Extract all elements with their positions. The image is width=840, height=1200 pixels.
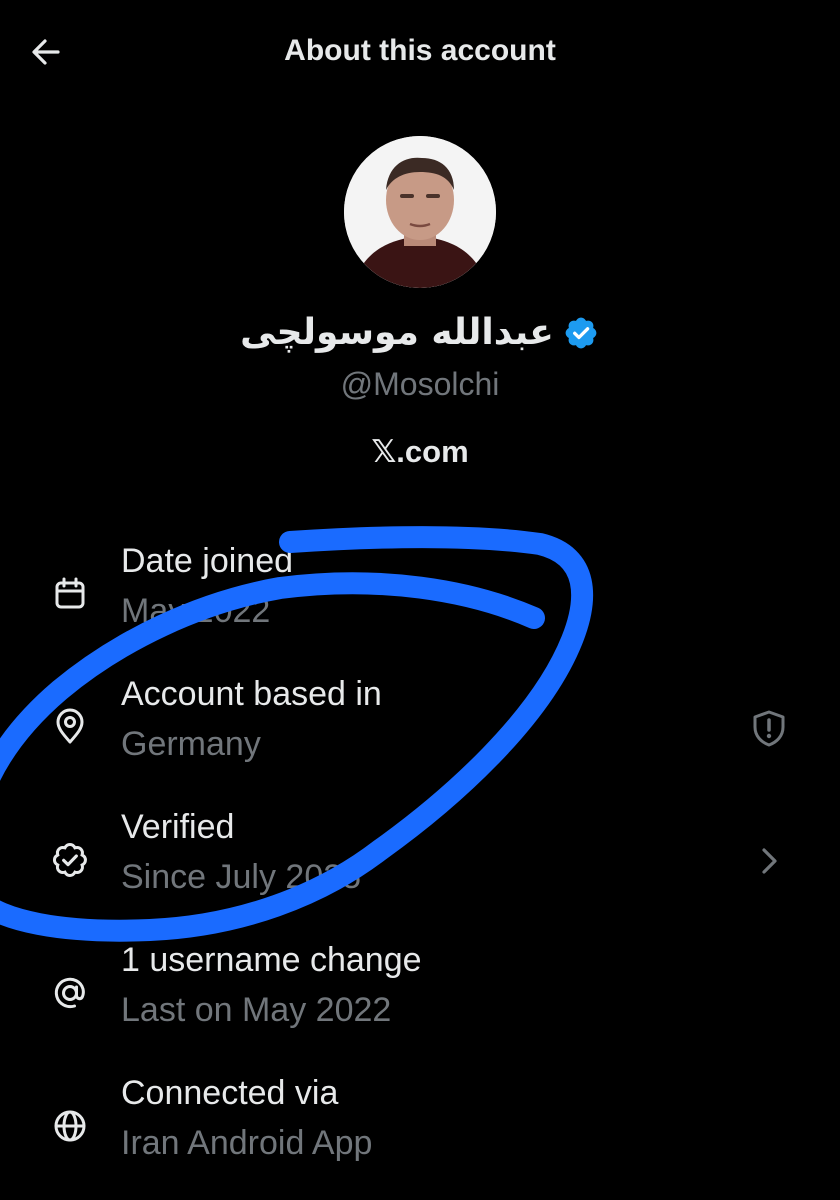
connected-via-title: Connected via bbox=[121, 1074, 339, 1112]
name-row: عبدالله موسولچی bbox=[0, 312, 840, 353]
username-change-title: 1 username change bbox=[121, 941, 422, 979]
shield-alert-icon bbox=[753, 710, 785, 747]
chevron-right-icon bbox=[762, 848, 777, 874]
calendar-icon bbox=[46, 570, 94, 618]
verified-details-button[interactable] bbox=[744, 836, 794, 886]
page-title: About this account bbox=[284, 34, 556, 67]
top-bar: About this account bbox=[0, 0, 840, 106]
date-joined-value: May 2022 bbox=[121, 592, 271, 630]
date-joined-title: Date joined bbox=[121, 542, 294, 580]
display-name: عبدالله موسولچی bbox=[240, 312, 554, 353]
platform-label: 𝕏.com bbox=[371, 434, 469, 469]
username-change-item: 1 username change Last on May 2022 bbox=[0, 929, 840, 1062]
account-info-list: Date joined May 2022 Account based in Ge… bbox=[0, 530, 840, 1195]
avatar bbox=[344, 136, 496, 288]
username-handle: @Mosolchi bbox=[340, 366, 500, 402]
account-location-item: Account based in Germany bbox=[0, 663, 840, 796]
connected-via-item: Connected via Iran Android App bbox=[0, 1062, 840, 1195]
verified-since-value: Since July 2025 bbox=[121, 858, 362, 896]
at-sign-icon bbox=[46, 969, 94, 1017]
connected-via-value: Iran Android App bbox=[121, 1124, 373, 1162]
verified-badge-icon bbox=[562, 314, 600, 352]
username-change-value: Last on May 2022 bbox=[121, 991, 392, 1029]
globe-icon bbox=[46, 1102, 94, 1150]
location-pin-icon bbox=[46, 703, 94, 751]
location-warning-button[interactable] bbox=[744, 703, 794, 753]
verified-title: Verified bbox=[121, 808, 235, 846]
verified-check-icon bbox=[46, 836, 94, 884]
date-joined-item: Date joined May 2022 bbox=[0, 530, 840, 663]
verified-item[interactable]: Verified Since July 2025 bbox=[0, 796, 840, 929]
account-location-title: Account based in bbox=[121, 675, 382, 713]
account-location-value: Germany bbox=[121, 725, 261, 763]
